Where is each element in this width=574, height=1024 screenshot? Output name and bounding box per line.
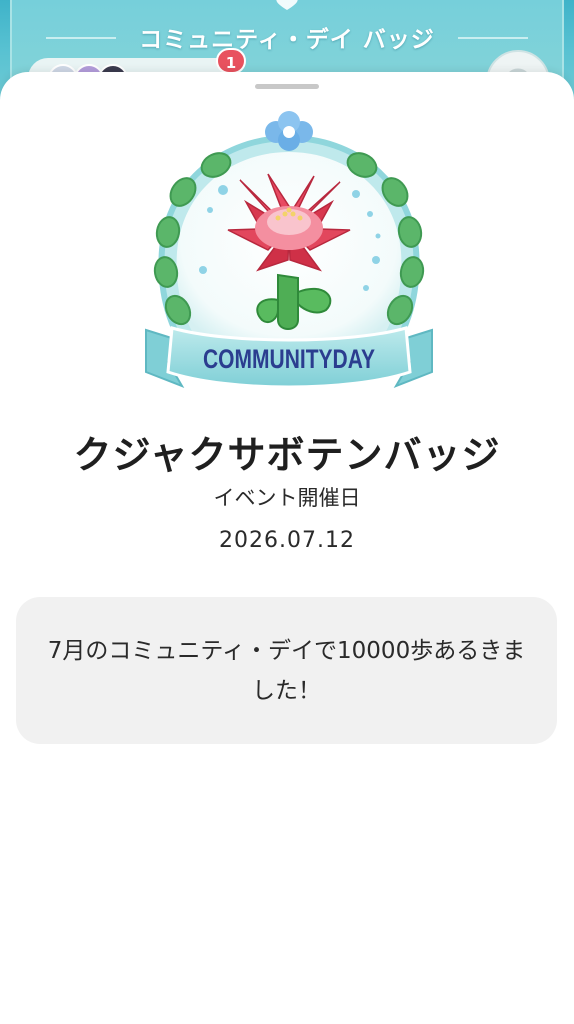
badge-detail-sheet: COMMUNITYDAY クジャクサボテンバッジ イベント開催日 2026.07… [0, 72, 574, 1024]
event-date: 2026.07.12 [219, 528, 355, 553]
badge-description: 7月のコミュニティ・デイで10000歩あるきました！ [47, 638, 526, 704]
badge-description-card: 7月のコミュニティ・デイで10000歩あるきました！ [16, 597, 557, 744]
top-ornament-icon [276, 0, 298, 10]
badge-name: クジャクサボテンバッジ [73, 433, 501, 477]
cactus-flower-badge-icon: COMMUNITYDAY [145, 111, 433, 389]
header-title: コミュニティ・デイ バッジ [139, 27, 435, 53]
notification-badge: 1 [216, 48, 246, 74]
badge-detail-screen: コミュニティ・デイ バッジ 1 COMMUNITYDAY クジャクサボテンバッジ… [0, 0, 574, 1024]
sheet-grabber[interactable] [255, 84, 319, 89]
emblem-text: COMMUNITYDAY [203, 344, 375, 374]
event-date-label: イベント開催日 [213, 486, 361, 510]
